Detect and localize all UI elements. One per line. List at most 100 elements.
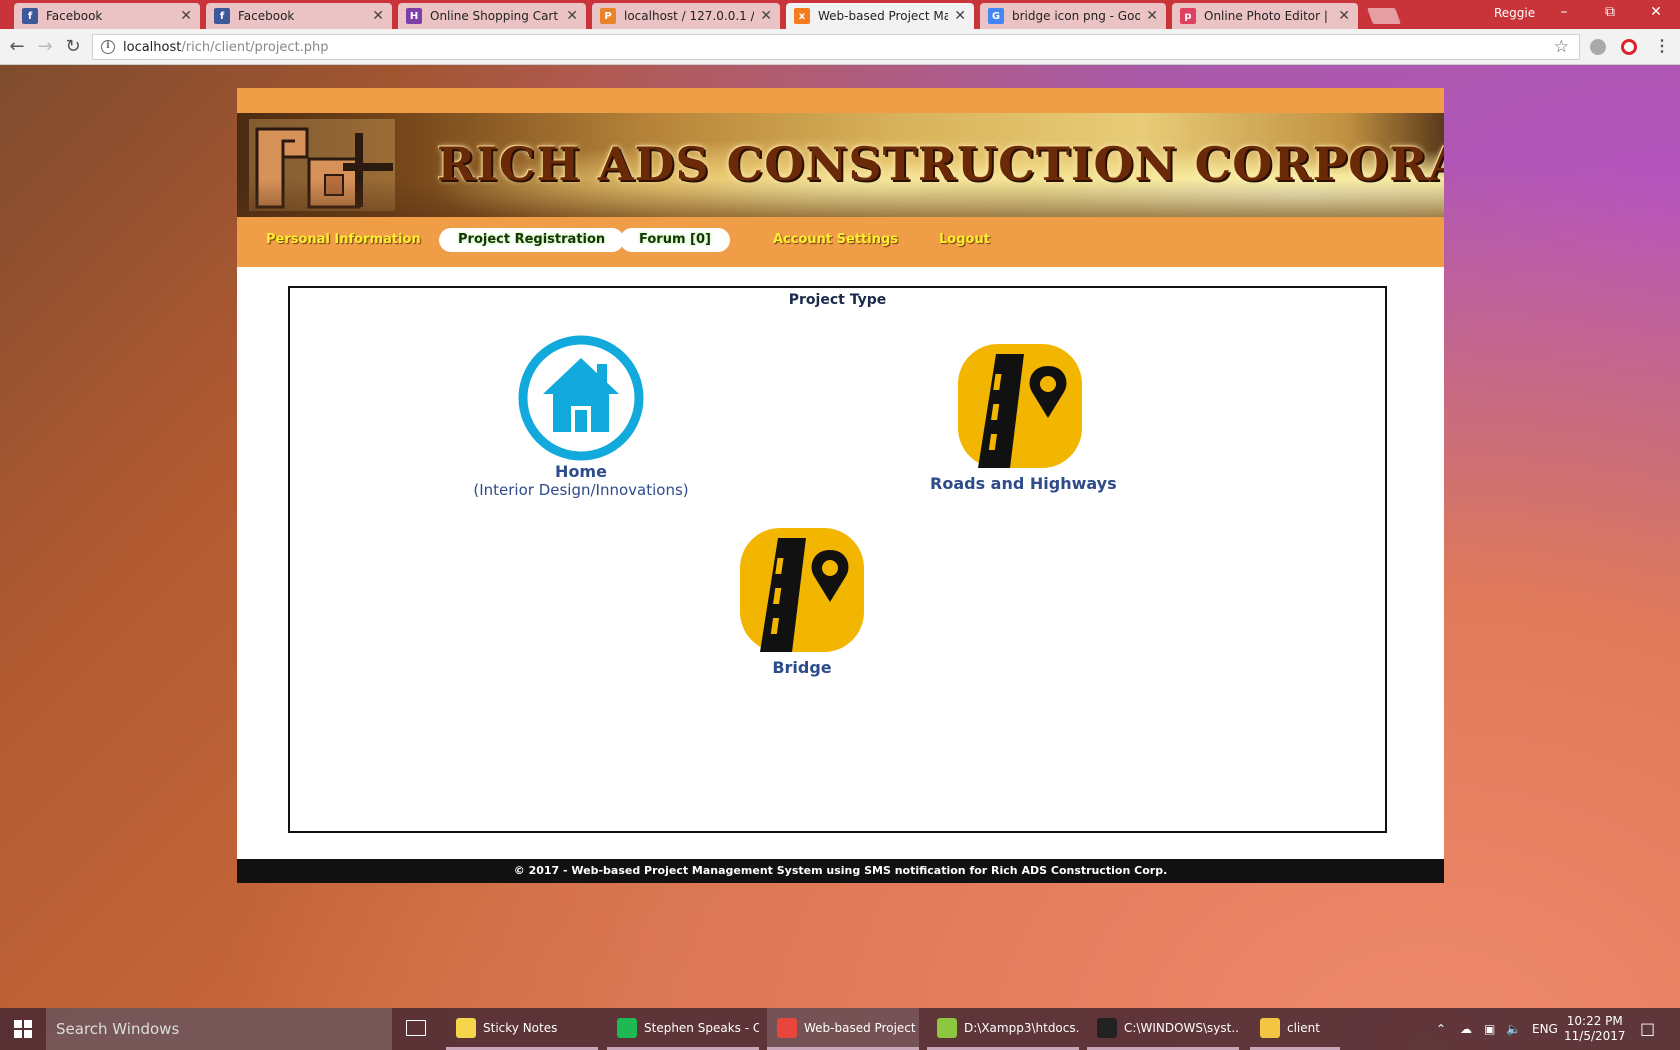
browser-tab[interactable]: x Web-based Project Mana ✕ <box>786 3 974 29</box>
chrome-icon <box>777 1017 797 1038</box>
google-icon: G <box>988 8 1004 24</box>
browser-tab-strip: f Facebook ✕ f Facebook ✕ H Online Shopping Car… <box>0 0 1680 29</box>
cmd-icon <box>1097 1017 1117 1038</box>
tab-close-icon[interactable]: ✕ <box>566 8 578 24</box>
sticky-notes-icon <box>456 1017 476 1038</box>
taskbar-item-label: C:\WINDOWS\syst... <box>1124 1020 1239 1035</box>
taskbar-item-label: Sticky Notes <box>483 1020 558 1035</box>
language-indicator[interactable]: ENG <box>1532 1008 1558 1050</box>
browser-menu-icon[interactable]: ⋮ <box>1654 36 1670 56</box>
header-top-strip <box>237 88 1444 113</box>
nav-project-registration[interactable]: Project Registration <box>439 228 625 252</box>
opera-icon[interactable] <box>1621 39 1637 55</box>
volume-icon[interactable]: 🔈 <box>1506 1008 1521 1050</box>
header-banner: RICH ADS CONSTRUCTION CORPORATION <box>237 113 1444 217</box>
tab-title: Online Photo Editor | Pix <box>1204 9 1332 23</box>
browser-tab[interactable]: H Online Shopping Cart ✕ <box>398 3 586 29</box>
spotify-icon <box>617 1017 637 1038</box>
project-sublabel: (Interior Design/Innovations) <box>473 481 689 499</box>
address-bar[interactable]: i localhost/rich/client/project.php ☆ <box>92 34 1580 60</box>
taskbar-item[interactable]: C:\WINDOWS\syst... <box>1087 1008 1239 1050</box>
section-title: Project Type <box>788 292 887 308</box>
back-arrow-icon[interactable]: ← <box>6 36 28 58</box>
clock-time: 10:22 PM <box>1566 1014 1623 1028</box>
windows-taskbar: Search Windows Sticky Notes Stephen Speak… <box>0 1008 1680 1050</box>
tab-title: Online Shopping Cart <box>430 9 559 23</box>
facebook-icon: f <box>214 8 230 24</box>
tab-title: Facebook <box>46 9 103 23</box>
taskbar-item[interactable]: D:\Xampp3\htdocs... <box>927 1008 1079 1050</box>
nav-account-settings[interactable]: Account Settings <box>754 228 917 252</box>
pixlr-icon: p <box>1180 8 1196 24</box>
profile-name[interactable]: Reggie <box>1494 6 1535 20</box>
task-view-icon[interactable] <box>406 1020 426 1036</box>
web-page: RICH ADS CONSTRUCTION CORPORATION Person… <box>237 88 1444 883</box>
reload-icon[interactable]: ↻ <box>62 36 84 58</box>
minimize-icon[interactable]: – <box>1544 4 1584 26</box>
tray-overflow-icon[interactable]: ⌃ <box>1436 1008 1446 1050</box>
company-logo <box>249 119 395 211</box>
tab-close-icon[interactable]: ✕ <box>1146 8 1158 24</box>
tab-title: Facebook <box>238 9 295 23</box>
taskbar-item-label: client <box>1287 1020 1320 1035</box>
browser-toolbar: ← → ↻ i localhost/rich/client/project.ph… <box>0 29 1680 65</box>
action-center-icon[interactable]: □ <box>1640 1008 1655 1050</box>
project-label: Bridge <box>772 658 832 677</box>
project-option-roads[interactable]: Roads and Highways <box>930 342 1117 493</box>
restore-icon[interactable]: ⧉ <box>1590 4 1630 26</box>
notepad-icon <box>937 1017 957 1038</box>
tab-close-icon[interactable]: ✕ <box>760 8 772 24</box>
browser-tab[interactable]: f Facebook ✕ <box>206 3 392 29</box>
system-clock[interactable]: 10:22 PM 11/5/2017 <box>1564 1014 1626 1044</box>
tab-title: Web-based Project Mana <box>818 9 949 23</box>
url-path: /rich/client/project.php <box>181 39 329 55</box>
taskbar-item[interactable]: client <box>1250 1008 1340 1050</box>
main-nav: Personal Information Project Registratio… <box>237 217 1444 267</box>
onedrive-icon[interactable]: ☁ <box>1460 1008 1472 1050</box>
road-map-pin-icon <box>740 528 864 652</box>
taskbar-item[interactable]: Stephen Speaks - O... <box>607 1008 759 1050</box>
browser-tab[interactable]: p Online Photo Editor | Pix ✕ <box>1172 3 1358 29</box>
new-tab-button[interactable] <box>1367 8 1401 24</box>
browser-tab[interactable]: Plocalhost / 127.0.0.1 / ba ✕ <box>592 3 780 29</box>
nav-forum[interactable]: Forum [0] <box>620 228 730 252</box>
taskbar-item-label: Web-based Project ... <box>804 1020 919 1035</box>
project-option-home[interactable]: Home (Interior Design/Innovations) <box>470 334 692 499</box>
project-option-bridge[interactable]: Bridge <box>738 526 866 677</box>
close-window-icon[interactable]: ✕ <box>1636 4 1676 26</box>
taskbar-item[interactable]: Sticky Notes <box>446 1008 598 1050</box>
browser-tab[interactable]: f Facebook ✕ <box>14 3 200 29</box>
bookmark-star-icon[interactable]: ☆ <box>1554 37 1569 57</box>
tab-title: bridge icon png - Googl <box>1012 9 1141 23</box>
folder-icon <box>1260 1017 1280 1038</box>
tab-close-icon[interactable]: ✕ <box>372 8 384 24</box>
taskbar-item-label: Stephen Speaks - O... <box>644 1020 759 1035</box>
house-icon <box>518 335 644 461</box>
tab-close-icon[interactable]: ✕ <box>954 8 966 24</box>
info-icon[interactable]: i <box>101 40 115 54</box>
clock-date: 11/5/2017 <box>1564 1029 1626 1043</box>
project-label: Home <box>555 462 607 481</box>
nav-personal-information[interactable]: Personal Information <box>247 228 440 252</box>
url-host: localhost <box>123 39 182 55</box>
company-name: RICH ADS CONSTRUCTION CORPORATION <box>437 137 1444 191</box>
facebook-icon: f <box>22 8 38 24</box>
tab-title: localhost / 127.0.0.1 / ba <box>624 9 755 23</box>
network-icon[interactable]: ▣ <box>1484 1008 1495 1050</box>
tab-close-icon[interactable]: ✕ <box>1338 8 1350 24</box>
road-map-pin-icon <box>958 344 1082 468</box>
forward-arrow-icon[interactable]: → <box>34 36 56 58</box>
tab-close-icon[interactable]: ✕ <box>180 8 192 24</box>
project-type-panel: Project Type Home (Interior Design/Innov… <box>288 286 1387 833</box>
nav-logout[interactable]: Logout <box>920 228 1009 252</box>
taskbar-item-label: D:\Xampp3\htdocs... <box>964 1020 1079 1035</box>
xampp-icon: x <box>794 8 810 24</box>
browser-tab[interactable]: Gbridge icon png - Googl ✕ <box>980 3 1166 29</box>
hotel-icon: H <box>406 8 422 24</box>
project-label: Roads and Highways <box>930 474 1117 493</box>
taskbar-item[interactable]: Web-based Project ... <box>767 1008 919 1050</box>
windows-start-icon[interactable] <box>14 1020 32 1038</box>
extension-icon[interactable] <box>1590 39 1606 55</box>
taskbar-search-input[interactable]: Search Windows <box>46 1008 392 1050</box>
page-footer: © 2017 - Web-based Project Management Sy… <box>237 859 1444 883</box>
